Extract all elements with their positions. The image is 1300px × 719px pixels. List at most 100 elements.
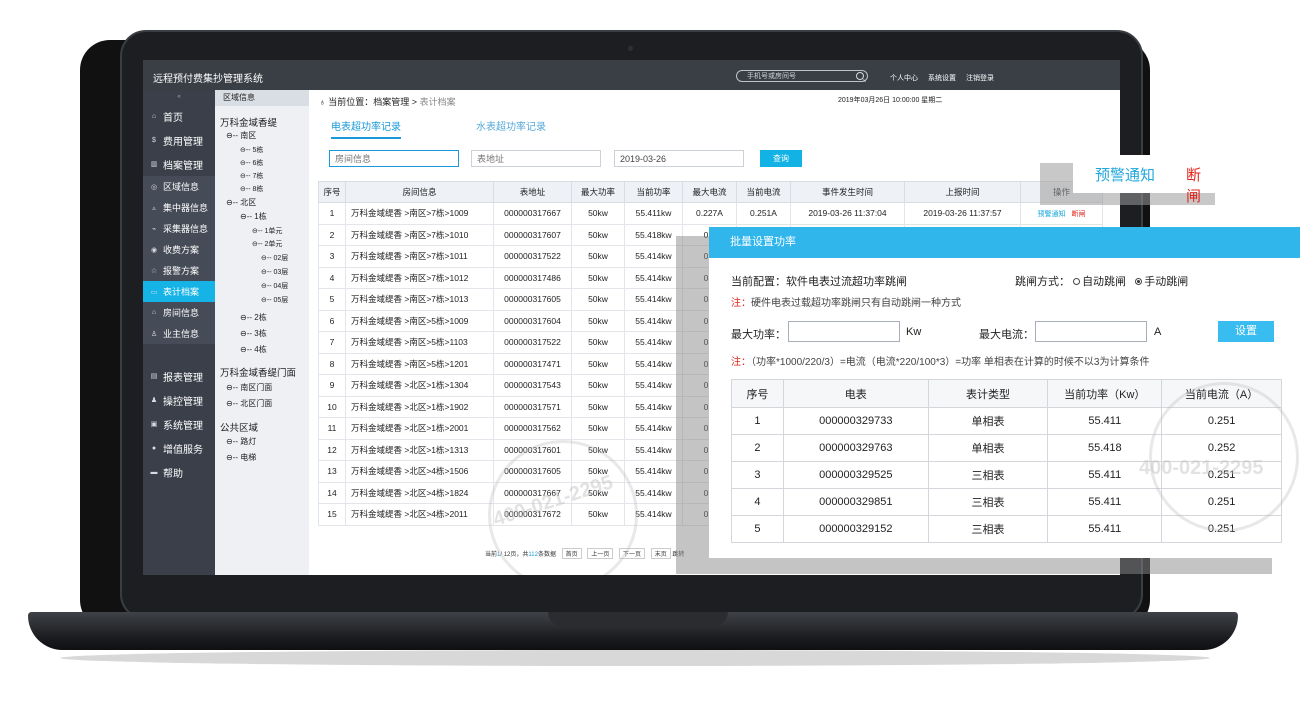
tree-node[interactable]: ⊖-- 1栋: [240, 211, 267, 222]
tree-node[interactable]: ⊖-- 02层: [261, 253, 288, 263]
nav-label: 集中器信息: [163, 203, 209, 213]
tree-node[interactable]: ⊖-- 南区: [226, 130, 256, 141]
table-cell: 万科金域缇香 >南区>7栋>1011: [345, 245, 494, 268]
tree-expander-icon: ⊖--: [226, 131, 241, 140]
nav-item-fee-plan[interactable]: ◉ 收费方案: [143, 239, 215, 260]
tree-node[interactable]: ⊖-- 1单元: [252, 226, 282, 236]
tree-node[interactable]: 万科金域香缇门面: [220, 365, 296, 379]
nav-item-alarm-plan[interactable]: ☆ 报警方案: [143, 260, 215, 281]
nav-item-owner-info[interactable]: ♙ 业主信息: [143, 323, 215, 344]
breadcrumb-parent[interactable]: 档案管理 >: [373, 97, 417, 107]
dialog-table-cell: 单相表: [927, 407, 1049, 435]
nav-item-room-info[interactable]: ⌂ 房间信息: [143, 302, 215, 323]
nav-label: 系统管理: [163, 420, 203, 432]
room-icon: ⌂: [151, 309, 157, 316]
tree-node[interactable]: ⊖-- 6栋: [240, 158, 263, 168]
tree-node[interactable]: ⊖-- 03层: [261, 267, 288, 277]
tree-node[interactable]: ⊖-- 8栋: [240, 184, 263, 194]
tree-node[interactable]: ⊖-- 路灯: [226, 436, 256, 447]
col-header: 表计类型: [927, 379, 1049, 408]
tree-node[interactable]: 公共区域: [220, 420, 258, 434]
search-input[interactable]: [747, 71, 852, 81]
search-icon[interactable]: [856, 72, 864, 80]
max-current-input[interactable]: [1035, 321, 1147, 342]
warning-notify-button[interactable]: 预警通知: [1095, 164, 1155, 185]
table-cell: 55.414kw: [624, 395, 683, 418]
nav-label: 增值服务: [163, 444, 203, 456]
auto-trip-radio[interactable]: 自动跳闸: [1073, 276, 1126, 288]
tree-node[interactable]: ⊖-- 北区: [226, 197, 256, 208]
nav-item-region-info[interactable]: ◎ 区域信息: [143, 176, 215, 197]
tree-node[interactable]: ⊖-- 南区门面: [226, 382, 272, 393]
logout-link[interactable]: 注销登录: [966, 73, 994, 83]
last-page-button[interactable]: 末页: [650, 548, 671, 559]
max-power-unit: Kw: [906, 326, 922, 338]
search-box[interactable]: [736, 70, 868, 82]
nav-item-control[interactable]: ♟ 操控管理: [143, 388, 215, 412]
table-cell: 000000317522: [493, 331, 572, 354]
nav-collapse-toggle[interactable]: «: [143, 90, 215, 104]
table-cell: 2: [318, 223, 346, 246]
table-cell: 万科金域缇香 >南区>5栋>1009: [345, 309, 494, 332]
max-power-input[interactable]: [788, 321, 900, 342]
floating-action-panel: 预警通知 断闸: [1073, 155, 1215, 205]
table-cell: 万科金域缇香 >北区>4栋>1824: [345, 481, 494, 504]
table-cell: 万科金域缇香 >北区>1栋>2001: [345, 417, 494, 440]
tree-node[interactable]: ⊖-- 北区门面: [226, 398, 272, 409]
table-cell: 55.414kw: [624, 438, 683, 461]
table-cell: 4: [318, 266, 346, 289]
nav-item-fees[interactable]: $ 费用管理: [143, 128, 215, 152]
tab-electric-overpower[interactable]: 电表超功率记录: [331, 118, 401, 139]
tree-node[interactable]: ⊖-- 7栋: [240, 171, 263, 181]
tree-node[interactable]: ⊖-- 3栋: [240, 328, 267, 339]
table-cell: 0.251A: [736, 202, 791, 225]
dialog-table-cell: 55.411: [1047, 515, 1163, 543]
tree-node[interactable]: ⊖-- 电梯: [226, 452, 256, 463]
nav-item-value-added[interactable]: ● 增值服务: [143, 436, 215, 460]
nav-item-archives[interactable]: ▥ 档案管理: [143, 152, 215, 176]
set-button[interactable]: 设置: [1218, 321, 1274, 342]
tree-node[interactable]: ⊖-- 2单元: [252, 239, 282, 249]
table-row[interactable]: 1 万科金域缇香 >南区>7栋>1009 000000317667 50kw 55.41…: [318, 202, 1103, 225]
tree-node-icon: ⊖--: [226, 399, 241, 408]
alarm-icon: ☆: [150, 267, 158, 275]
nav-item-help[interactable]: ▬ 帮助: [143, 460, 215, 484]
query-button[interactable]: 查询: [760, 150, 802, 167]
table-cell: 11: [318, 417, 346, 440]
app-title: 远程预付费集抄管理系统: [153, 74, 263, 85]
tree-node[interactable]: 万科金域香缇: [220, 115, 277, 129]
table-cell: 万科金域缇香 >南区>7栋>1012: [345, 266, 494, 289]
dialog-table-cell: 三相表: [927, 488, 1049, 516]
system-settings-link[interactable]: 系统设置: [928, 73, 956, 83]
nav-item-reports[interactable]: ▤ 报表管理: [143, 364, 215, 388]
row-warning-notify-button[interactable]: 预警通知: [1038, 211, 1066, 218]
dialog-table-cell: 000000329525: [782, 461, 929, 489]
row-cut-off-button[interactable]: 断闸: [1072, 211, 1086, 218]
tree-node[interactable]: ⊖-- 05层: [261, 295, 288, 305]
cut-off-button[interactable]: 断闸: [1186, 164, 1215, 206]
nav-item-home[interactable]: ⌂ 首页: [143, 104, 215, 128]
room-info-field[interactable]: [329, 150, 459, 167]
tree-node[interactable]: ⊖-- 4栋: [240, 344, 267, 355]
table-cell: 13: [318, 460, 346, 483]
nav-item-collector[interactable]: ⌁ 采集器信息: [143, 218, 215, 239]
tree-node[interactable]: ⊖-- 2栋: [240, 312, 267, 323]
tree-node[interactable]: ⊖-- 5栋: [240, 145, 263, 155]
nav-item-concentrator[interactable]: ▵ 集中器信息: [143, 197, 215, 218]
dialog-table-cell: 2: [731, 434, 784, 462]
table-cell: 50kw: [571, 202, 625, 225]
table-cell: 8: [318, 352, 346, 375]
date-field[interactable]: [614, 150, 744, 167]
tab-water-overpower[interactable]: 水表超功率记录: [476, 118, 546, 133]
table-cell: 万科金域缇香 >南区>5栋>1103: [345, 331, 494, 354]
manual-trip-radio[interactable]: 手动跳闸: [1135, 276, 1188, 288]
nav-item-system[interactable]: ▣ 系统管理: [143, 412, 215, 436]
dialog-title: 批量设置功率: [709, 227, 1300, 258]
dialog-table-cell: 三相表: [927, 461, 1049, 489]
nav-item-meter-archive[interactable]: ▭ 表计档案: [143, 281, 215, 302]
radio-on-icon: [1135, 278, 1143, 285]
tree-node[interactable]: ⊖-- 04层: [261, 281, 288, 291]
meter-address-field[interactable]: [471, 150, 601, 167]
personal-center-link[interactable]: 个人中心: [890, 73, 918, 83]
